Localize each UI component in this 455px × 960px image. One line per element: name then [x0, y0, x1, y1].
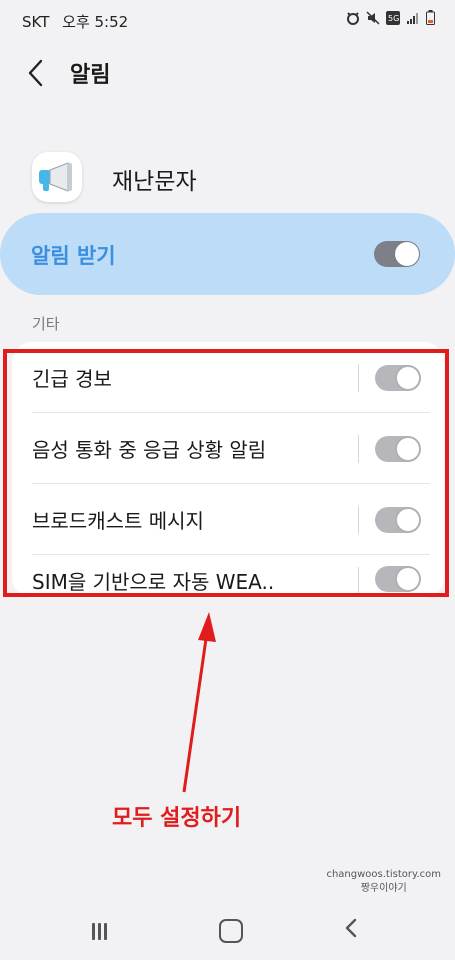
svg-text:5G: 5G — [388, 14, 399, 23]
main-toggle-label: 알림 받기 — [31, 244, 116, 268]
annotation-callout: 모두 설정하기 — [112, 806, 242, 831]
switch-knob — [395, 242, 419, 266]
annotation-box — [3, 349, 449, 597]
5g-icon: 5G — [386, 10, 400, 28]
back-icon — [345, 918, 357, 938]
app-icon — [32, 152, 82, 202]
signal-icon — [406, 11, 420, 28]
app-name: 재난문자 — [112, 169, 197, 195]
watermark-url: changwoos.tistory.com — [326, 869, 441, 880]
app-info-row: 재난문자 — [0, 150, 455, 206]
clock: 오후 5:52 — [62, 13, 129, 31]
back-nav-button[interactable] — [344, 917, 358, 945]
megaphone-icon — [39, 162, 72, 192]
status-bar: SKT 오후 5:52 5G — [0, 0, 455, 40]
chevron-left-icon — [28, 59, 43, 87]
home-icon[interactable] — [219, 919, 243, 943]
mute-icon — [366, 10, 380, 28]
alarm-icon — [346, 11, 360, 28]
watermark: changwoos.tistory.com 짱우이야기 — [326, 868, 441, 896]
page-title: 알림 — [70, 63, 111, 88]
navigation-bar — [0, 905, 455, 960]
back-button[interactable] — [26, 54, 52, 90]
header: 알림 — [0, 52, 455, 92]
section-title: 기타 — [32, 315, 60, 333]
watermark-name: 짱우이야기 — [360, 883, 407, 894]
main-toggle-card[interactable]: 알림 받기 — [0, 213, 455, 295]
battery-icon — [426, 10, 435, 28]
carrier-label: SKT — [22, 13, 50, 31]
status-left: SKT 오후 5:52 — [22, 11, 128, 32]
status-icons: 5G — [346, 10, 435, 28]
main-toggle-switch[interactable] — [374, 241, 420, 267]
recents-button[interactable] — [88, 921, 112, 943]
